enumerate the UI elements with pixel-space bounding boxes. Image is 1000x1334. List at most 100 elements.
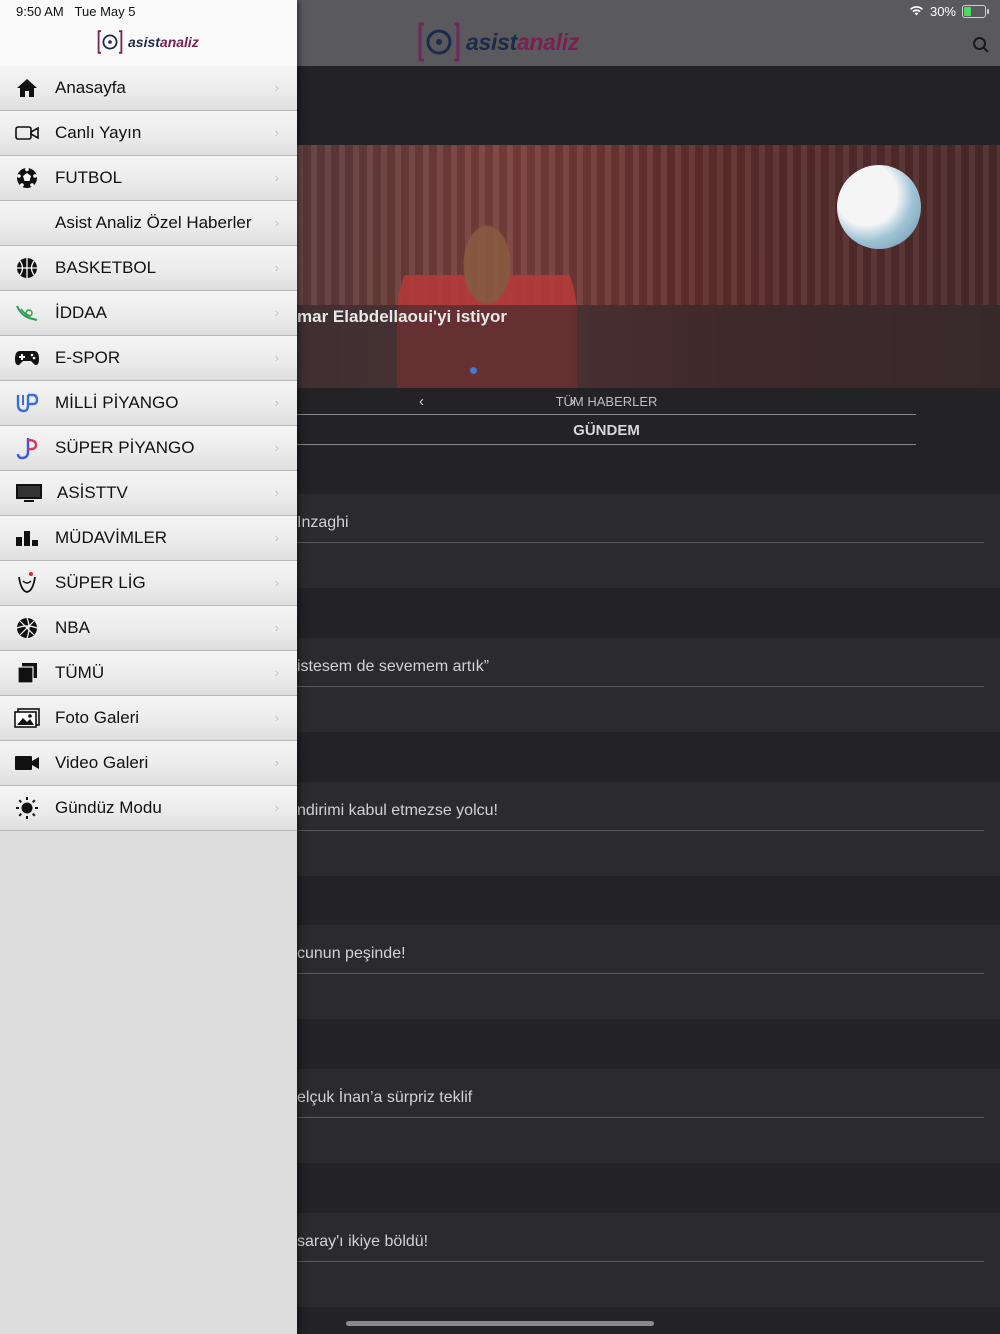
chevron-right-icon: ›	[274, 575, 279, 590]
menu-item-label: TÜMÜ	[55, 663, 105, 682]
chevron-right-icon: ›	[274, 710, 279, 725]
chevron-right-icon: ›	[274, 485, 279, 500]
soccer-ball-icon	[14, 166, 40, 190]
news-title[interactable]: elçuk İnan’a sürpriz teklif	[297, 1089, 472, 1107]
side-menu-drawer: 9:50 AM Tue May 5 asist analiz Anasayfa › …	[0, 0, 297, 1334]
menu-item-label: ASİSTTV	[57, 483, 128, 502]
menu-item-super-lig[interactable]: SÜPER LİG ›	[0, 561, 297, 606]
logo-text-asist: asist	[466, 28, 517, 55]
photo-gallery-icon	[14, 706, 40, 730]
video-camera-outline-icon	[14, 121, 40, 145]
home-indicator[interactable]	[346, 1321, 654, 1326]
chevron-right-icon: ›	[274, 395, 279, 410]
logo-text-asist: asist	[128, 34, 160, 50]
menu-item-e-spor[interactable]: E-SPOR ›	[0, 336, 297, 381]
news-title[interactable]: saray'ı ikiye böldü!	[297, 1233, 428, 1251]
chevron-left-icon[interactable]: ‹	[419, 393, 424, 410]
divider	[297, 1261, 984, 1262]
logo-mark-icon	[97, 30, 123, 54]
app-logo: asist analiz	[418, 22, 579, 62]
chevron-right-icon: ›	[274, 755, 279, 770]
slider-page-indicator	[470, 367, 477, 374]
logo-text-analiz: analiz	[159, 34, 199, 50]
menu-item-label: İDDAA	[55, 303, 107, 322]
chevron-right-icon: ›	[274, 440, 279, 455]
status-clock: 9:50 AM Tue May 5	[16, 4, 135, 19]
menu-item-super-piyango[interactable]: SÜPER PİYANGO ›	[0, 426, 297, 471]
news-card[interactable]: elçuk İnan’a sürpriz teklif	[297, 1069, 1000, 1163]
menu-item-label: MÜDAVİMLER	[55, 528, 168, 547]
divider	[297, 1117, 984, 1118]
menu-item-ozel-haberler[interactable]: Asist Analiz Özel Haberler ›	[0, 201, 297, 246]
menu-item-label: Video Galeri	[55, 753, 149, 772]
news-card[interactable]: cunun peşinde!	[297, 925, 1000, 1019]
divider	[297, 830, 984, 831]
stack-icon	[14, 661, 40, 685]
hero-slider[interactable]: mar Elabdellaoui'yi istiyor	[297, 145, 1000, 388]
menu-item-basketbol[interactable]: BASKETBOL ›	[0, 246, 297, 291]
battery-icon	[962, 5, 989, 18]
news-title[interactable]: ndirimi kabul etmezse yolcu!	[297, 802, 498, 820]
drawer-logo[interactable]: asist analiz	[96, 30, 199, 54]
home-icon	[14, 76, 40, 100]
news-title[interactable]: istesem de sevemem artık”	[297, 658, 489, 676]
chevron-right-icon: ›	[274, 800, 279, 815]
menu-item-label: BASKETBOL	[55, 258, 157, 277]
chevron-right-icon: ›	[274, 215, 279, 230]
menu-item-gunduz-modu[interactable]: Gündüz Modu ›	[0, 786, 297, 831]
hero-image-ball	[837, 165, 921, 249]
bar-chart-icon	[14, 526, 40, 550]
menu-item-label: Canlı Yayın	[55, 123, 142, 142]
drawer-header: 9:50 AM Tue May 5 asist analiz	[0, 0, 297, 67]
all-news-nav[interactable]: ‹ TÜM HABERLER ›	[297, 393, 916, 410]
search-icon[interactable]	[972, 36, 990, 54]
news-card[interactable]: ndirimi kabul etmezse yolcu!	[297, 782, 1000, 876]
logo-mark-icon	[418, 22, 460, 62]
wifi-icon	[909, 4, 924, 19]
menu-item-tumu[interactable]: TÜMÜ ›	[0, 651, 297, 696]
chevron-right-icon: ›	[274, 350, 279, 365]
menu-item-foto-galeri[interactable]: Foto Galeri ›	[0, 696, 297, 741]
menu-item-canli-yayin[interactable]: Canlı Yayın ›	[0, 111, 297, 156]
divider	[297, 444, 916, 445]
menu-item-label: FUTBOL	[55, 168, 123, 187]
menu-item-label: E-SPOR	[55, 348, 121, 367]
chevron-right-icon: ›	[274, 620, 279, 635]
super-piyango-icon	[14, 436, 40, 460]
news-card[interactable]: Inzaghi	[297, 494, 1000, 588]
sun-icon	[14, 796, 40, 820]
menu-item-label: SÜPER LİG	[55, 573, 146, 592]
chevron-right-icon[interactable]: ›	[570, 393, 575, 410]
news-card[interactable]: saray'ı ikiye böldü!	[297, 1213, 1000, 1307]
divider	[297, 542, 984, 543]
battery-percent: 30%	[929, 4, 956, 19]
chevron-right-icon: ›	[274, 305, 279, 320]
video-camera-icon	[14, 751, 40, 775]
logo-text-analiz: analiz	[516, 28, 580, 55]
menu-item-asisttv[interactable]: ASİSTTV ›	[0, 471, 297, 516]
chevron-right-icon: ›	[274, 260, 279, 275]
hero-headline[interactable]: mar Elabdellaoui'yi istiyor	[297, 307, 507, 327]
news-title[interactable]: Inzaghi	[297, 514, 349, 532]
menu-item-futbol[interactable]: FUTBOL ›	[0, 156, 297, 201]
menu-item-iddaa[interactable]: İDDAA ›	[0, 291, 297, 336]
chevron-right-icon: ›	[274, 80, 279, 95]
basketball-icon	[14, 256, 40, 280]
divider	[297, 973, 984, 974]
news-title[interactable]: cunun peşinde!	[297, 945, 406, 963]
super-lig-icon	[14, 571, 40, 595]
nba-ball-icon	[14, 616, 40, 640]
divider	[297, 686, 984, 687]
menu-item-video-galeri[interactable]: Video Galeri ›	[0, 741, 297, 786]
menu-item-nba[interactable]: NBA ›	[0, 606, 297, 651]
section-title: GÜNDEM	[573, 422, 640, 439]
menu-item-mudavimler[interactable]: MÜDAVİMLER ›	[0, 516, 297, 561]
news-card[interactable]: istesem de sevemem artık”	[297, 638, 1000, 732]
status-indicators: 30%	[909, 4, 989, 19]
menu-item-label: Gündüz Modu	[55, 798, 162, 817]
menu-item-label: SÜPER PİYANGO	[55, 438, 195, 457]
menu-item-milli-piyango[interactable]: MİLLİ PİYANGO ›	[0, 381, 297, 426]
chevron-right-icon: ›	[274, 530, 279, 545]
chevron-right-icon: ›	[274, 665, 279, 680]
menu-item-anasayfa[interactable]: Anasayfa ›	[0, 66, 297, 111]
